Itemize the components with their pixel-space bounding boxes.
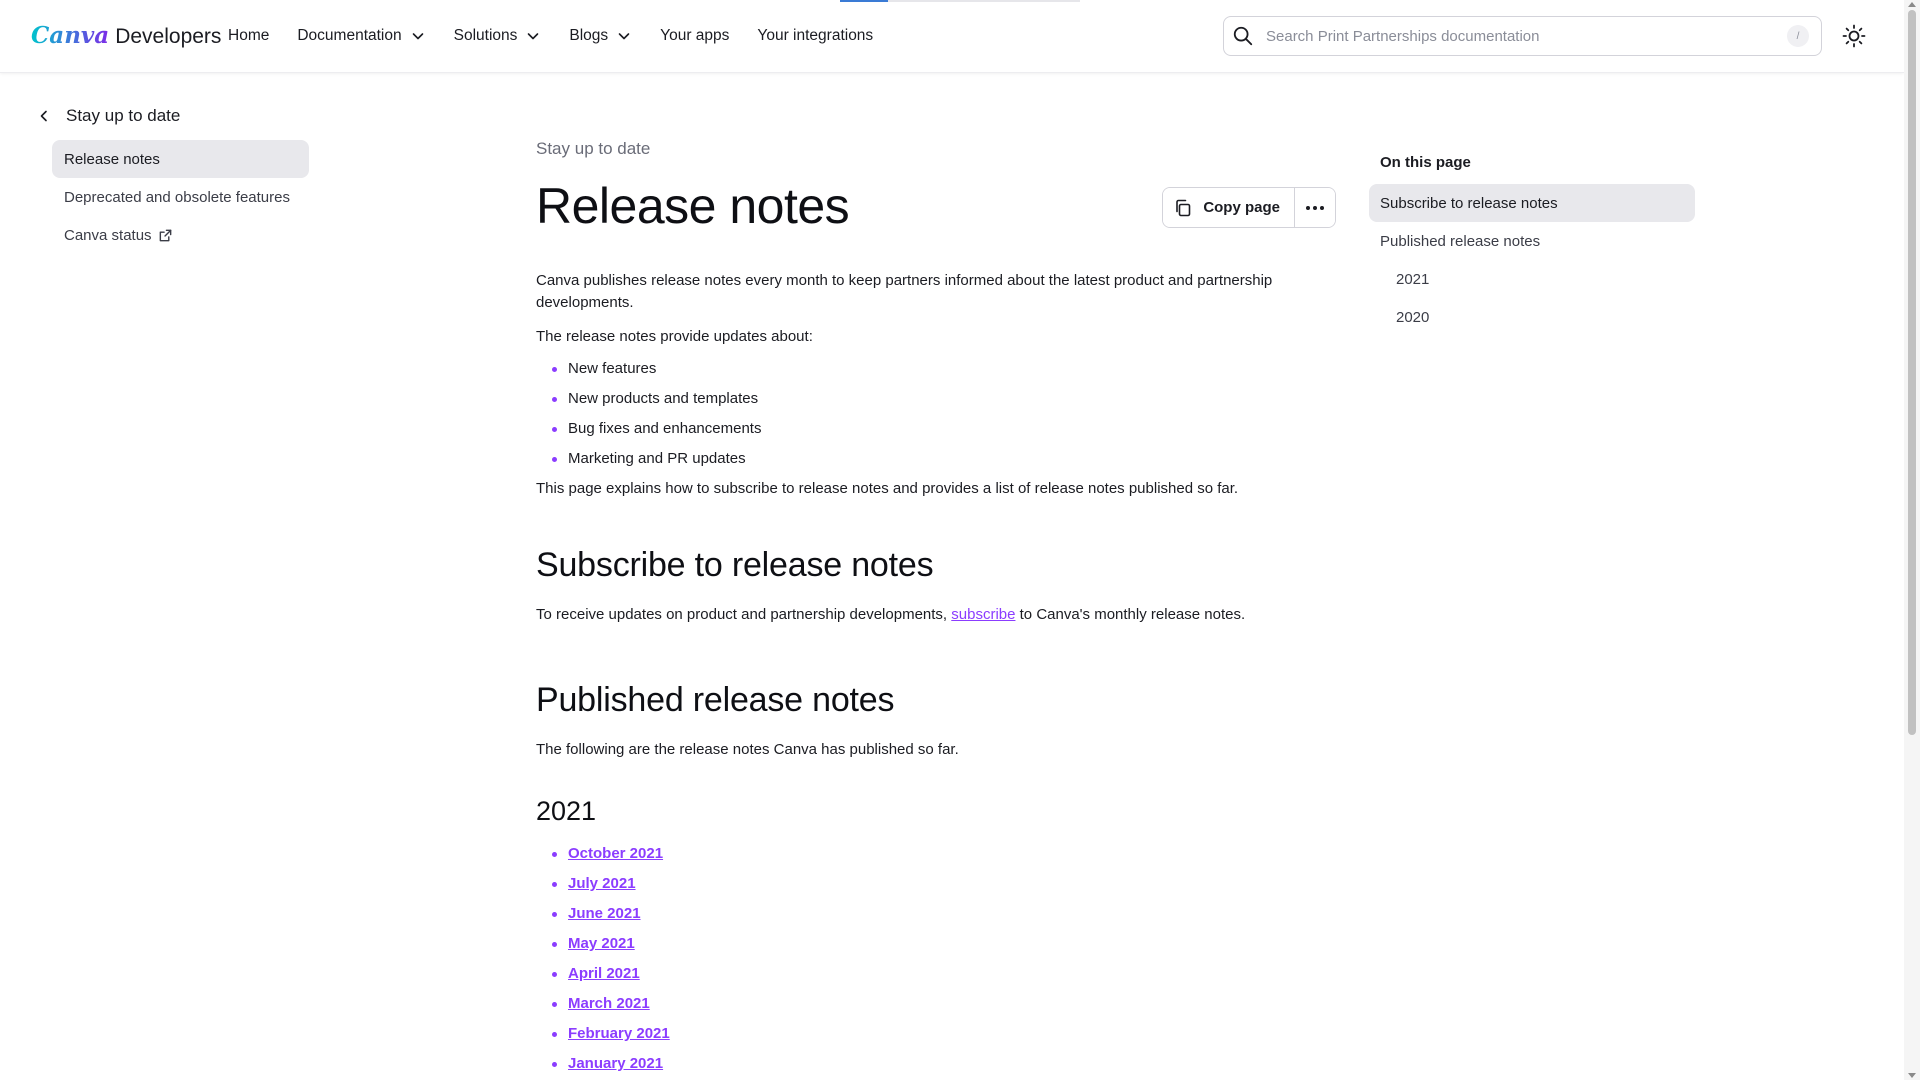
title-row: Release notes Copy page bbox=[536, 171, 1336, 241]
main-content: Stay up to date Release notes Copy page … bbox=[536, 135, 1336, 1083]
toc-item-2021[interactable]: 2021 bbox=[1369, 260, 1695, 298]
list-item: March 2021 bbox=[552, 993, 1336, 1015]
sidebar-item-label: Canva status bbox=[64, 226, 152, 244]
main-nav: Home Documentation Solutions Blogs Your … bbox=[228, 0, 901, 72]
scrollbar-thumb[interactable] bbox=[1908, 10, 1916, 735]
outro-paragraph: This page explains how to subscribe to r… bbox=[536, 480, 1239, 497]
list-item: May 2021 bbox=[552, 933, 1336, 955]
subscribe-paragraph: To receive updates on product and partne… bbox=[536, 604, 1336, 626]
chevron-down-icon bbox=[618, 33, 630, 40]
page-scrollbar[interactable] bbox=[1904, 0, 1920, 1080]
list-item: January 2021 bbox=[552, 1053, 1336, 1075]
intro-paragraph: Canva publishes release notes every mont… bbox=[536, 272, 1273, 311]
chevron-down-icon bbox=[528, 33, 539, 40]
published-paragraph: The following are the release notes Canv… bbox=[536, 741, 959, 758]
list-item: New products and templates bbox=[552, 388, 1336, 410]
toc-item-label: 2021 bbox=[1396, 270, 1430, 288]
list-item: July 2021 bbox=[552, 873, 1336, 895]
year-heading-2021: 2021 bbox=[536, 796, 597, 826]
toc-item-label: 2020 bbox=[1396, 308, 1430, 326]
nav-your-apps[interactable]: Your apps bbox=[660, 27, 743, 45]
search-icon bbox=[1233, 26, 1253, 46]
logo-script-text: Canva bbox=[31, 20, 109, 52]
page-actions: Copy page bbox=[1162, 187, 1336, 228]
left-sidebar: Stay up to date Release notes Deprecated… bbox=[32, 100, 312, 254]
sidebar-item-label: Deprecated and obsolete features bbox=[64, 188, 290, 206]
sidebar-back-link[interactable]: Stay up to date bbox=[32, 100, 312, 132]
release-note-link[interactable]: July 2021 bbox=[568, 875, 636, 892]
external-link-icon bbox=[159, 229, 171, 241]
nav-home[interactable]: Home bbox=[228, 27, 283, 45]
chevron-left-icon bbox=[40, 110, 47, 122]
search-input[interactable] bbox=[1264, 26, 1787, 46]
list-item: Bug fixes and enhancements bbox=[552, 418, 1336, 440]
nav-blogs[interactable]: Blogs bbox=[569, 27, 646, 45]
list-item: New features bbox=[552, 358, 1336, 380]
release-note-link[interactable]: February 2021 bbox=[568, 1025, 670, 1042]
release-notes-2021-list: October 2021 July 2021 June 2021 May 202… bbox=[536, 843, 1336, 1075]
copy-page-label: Copy page bbox=[1203, 199, 1280, 216]
sidebar-item-canva-status[interactable]: Canva status bbox=[52, 216, 309, 254]
release-note-link[interactable]: March 2021 bbox=[568, 995, 650, 1012]
nav-your-integrations-label: Your integrations bbox=[757, 27, 874, 44]
toc-list: Subscribe to release notes Published rel… bbox=[1369, 184, 1695, 336]
nav-documentation[interactable]: Documentation bbox=[297, 27, 439, 45]
nav-solutions-label: Solutions bbox=[453, 27, 518, 44]
top-navigation-bar: Canva Developers Home Documentation Solu… bbox=[0, 0, 1904, 73]
list-item: Marketing and PR updates bbox=[552, 448, 1336, 470]
subscribe-text-before: To receive updates on product and partne… bbox=[536, 606, 952, 623]
canva-developers-logo[interactable]: Canva Developers bbox=[31, 20, 221, 53]
copy-icon bbox=[1176, 199, 1191, 216]
list-item: April 2021 bbox=[552, 963, 1336, 985]
nav-blogs-label: Blogs bbox=[569, 27, 609, 44]
on-this-page-toc: On this page Subscribe to release notes … bbox=[1369, 150, 1695, 336]
release-note-link[interactable]: May 2021 bbox=[568, 935, 635, 952]
subscribe-link[interactable]: subscribe bbox=[951, 606, 1015, 623]
toc-item-label: Published release notes bbox=[1380, 232, 1541, 250]
sidebar-item-deprecated-features[interactable]: Deprecated and obsolete features bbox=[52, 178, 309, 216]
release-note-link[interactable]: January 2021 bbox=[568, 1055, 663, 1072]
toc-item-subscribe[interactable]: Subscribe to release notes bbox=[1369, 184, 1695, 222]
subscribe-heading: Subscribe to release notes bbox=[536, 546, 934, 584]
list-item: October 2021 bbox=[552, 843, 1336, 865]
release-note-link[interactable]: October 2021 bbox=[568, 845, 663, 862]
sidebar-back-label: Stay up to date bbox=[66, 106, 181, 125]
release-note-link[interactable]: April 2021 bbox=[568, 965, 640, 982]
scroll-up-arrow-icon[interactable] bbox=[1908, 2, 1916, 7]
search-shortcut-badge: / bbox=[1787, 25, 1809, 47]
more-horizontal-icon bbox=[1306, 205, 1324, 210]
published-heading: Published release notes bbox=[536, 681, 895, 719]
toc-item-published[interactable]: Published release notes bbox=[1369, 222, 1695, 260]
sidebar-list: Release notes Deprecated and obsolete fe… bbox=[32, 140, 312, 254]
more-options-button[interactable] bbox=[1295, 188, 1335, 227]
toc-item-label: Subscribe to release notes bbox=[1380, 194, 1558, 212]
list-item: February 2021 bbox=[552, 1023, 1336, 1045]
sidebar-item-release-notes[interactable]: Release notes bbox=[52, 140, 309, 178]
subscribe-text-after: to Canva's monthly release notes. bbox=[1015, 606, 1246, 623]
sun-icon[interactable] bbox=[1841, 23, 1867, 49]
nav-documentation-label: Documentation bbox=[297, 27, 402, 44]
nav-your-apps-label: Your apps bbox=[660, 27, 730, 44]
logo-developers-text: Developers bbox=[115, 25, 222, 48]
copy-page-button[interactable]: Copy page bbox=[1163, 188, 1295, 227]
release-note-link[interactable]: June 2021 bbox=[568, 905, 641, 922]
toc-heading: On this page bbox=[1380, 154, 1471, 171]
breadcrumb: Stay up to date bbox=[536, 139, 651, 158]
list-item: June 2021 bbox=[552, 903, 1336, 925]
sidebar-item-label: Release notes bbox=[64, 150, 160, 168]
toc-item-2020[interactable]: 2020 bbox=[1369, 298, 1695, 336]
search-box[interactable]: / bbox=[1223, 16, 1822, 56]
scroll-down-arrow-icon[interactable] bbox=[1908, 1073, 1916, 1078]
updates-intro-paragraph: The release notes provide updates about: bbox=[536, 328, 813, 345]
nav-home-label: Home bbox=[228, 27, 270, 44]
nav-solutions[interactable]: Solutions bbox=[454, 27, 556, 45]
updates-list: New features New products and templates … bbox=[536, 358, 1336, 470]
nav-your-integrations[interactable]: Your integrations bbox=[757, 27, 887, 45]
chevron-down-icon bbox=[412, 33, 423, 40]
